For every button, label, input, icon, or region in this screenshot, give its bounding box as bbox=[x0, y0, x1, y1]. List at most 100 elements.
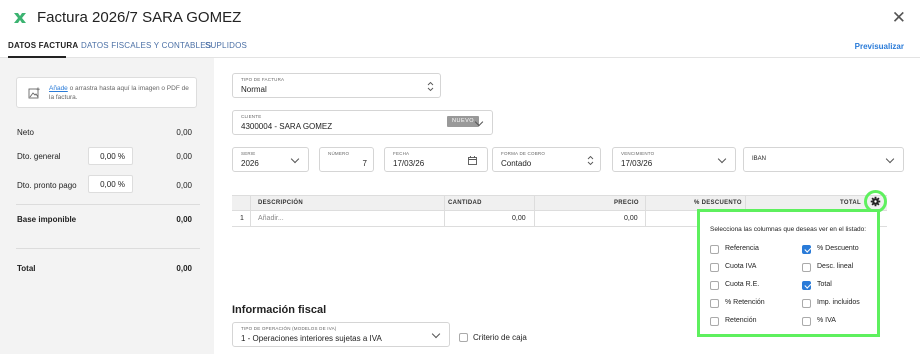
row-index: 1 bbox=[240, 215, 244, 222]
dto-pronto-label: Dto. pronto pago bbox=[17, 181, 77, 190]
totals-sidebar: Añade o arrastra hasta aquí la imagen o … bbox=[0, 58, 214, 354]
iban-label: IBAN bbox=[752, 156, 767, 162]
column-divider bbox=[444, 195, 445, 227]
window-title: Factura 2026/7 SARA GOMEZ bbox=[37, 9, 242, 26]
column-option-label: Retención bbox=[725, 317, 757, 324]
dto-pronto-input[interactable]: 0,00 % bbox=[88, 175, 133, 193]
col-descuento: % DESCUENTO bbox=[694, 200, 742, 206]
client-select[interactable]: CLIENTE 4300004 - SARA GOMEZ NUEVO bbox=[232, 110, 493, 135]
divider bbox=[16, 248, 200, 249]
column-selector-popup: Selecciona las columnas que deseas ver e… bbox=[697, 209, 880, 337]
invoice-type-label: TIPO DE FACTURA bbox=[241, 77, 285, 82]
app-logo-icon bbox=[14, 13, 26, 23]
column-option-checkbox[interactable] bbox=[802, 281, 811, 290]
divider bbox=[16, 204, 200, 205]
title-bar: Factura 2026/7 SARA GOMEZ ✕ bbox=[0, 0, 920, 36]
operation-type-value: 1 - Operaciones interiores sujetas a IVA bbox=[241, 334, 382, 343]
fecha-label: FECHA bbox=[393, 151, 410, 156]
payment-method-value: Contado bbox=[501, 159, 532, 168]
base-value: 0,00 bbox=[176, 215, 192, 224]
column-option-label: % Descuento bbox=[817, 245, 859, 252]
image-upload-icon bbox=[28, 87, 40, 99]
due-date-value: 17/03/26 bbox=[621, 159, 653, 168]
add-file-link[interactable]: Añade bbox=[49, 85, 68, 92]
col-precio: PRECIO bbox=[614, 200, 639, 206]
col-cantidad: CANTIDAD bbox=[448, 200, 482, 206]
criterio-caja-label: Criterio de caja bbox=[473, 333, 527, 342]
row-precio[interactable]: 0,00 bbox=[624, 215, 638, 222]
tab-datos-factura[interactable]: DATOS FACTURA bbox=[8, 41, 78, 50]
numero-input[interactable]: NÚMERO 7 bbox=[319, 147, 374, 172]
serie-value: 2026 bbox=[241, 159, 259, 168]
tab-suplidos[interactable]: SUPLIDOS bbox=[205, 41, 247, 50]
fecha-input[interactable]: FECHA 17/03/26 bbox=[384, 147, 488, 172]
fiscal-section-title: Información fiscal bbox=[232, 304, 327, 316]
attachment-dropzone[interactable]: Añade o arrastra hasta aquí la imagen o … bbox=[16, 77, 197, 108]
tab-datos-fiscales[interactable]: DATOS FISCALES Y CONTABLES bbox=[81, 41, 211, 50]
col-descripcion: DESCRIPCIÓN bbox=[258, 200, 303, 206]
updown-icon bbox=[587, 155, 594, 166]
chevron-down-icon bbox=[431, 329, 441, 339]
payment-method-label: FORMA DE COBRO bbox=[501, 151, 546, 156]
dto-general-value: 0,00 bbox=[176, 152, 192, 161]
neto-label: Neto bbox=[17, 128, 34, 137]
numero-label: NÚMERO bbox=[328, 151, 350, 156]
gear-icon[interactable] bbox=[870, 196, 881, 207]
total-label: Total bbox=[17, 264, 36, 273]
serie-select[interactable]: SERIE 2026 bbox=[232, 147, 309, 172]
column-option-label: % Retención bbox=[725, 299, 765, 306]
column-option-label: Cuota R.E. bbox=[725, 281, 760, 288]
column-option-checkbox[interactable] bbox=[710, 245, 719, 254]
column-option-checkbox[interactable] bbox=[710, 299, 719, 308]
numero-value: 7 bbox=[362, 159, 367, 168]
dto-general-input[interactable]: 0,00 % bbox=[88, 147, 133, 165]
calendar-icon[interactable] bbox=[468, 156, 477, 165]
chevron-down-icon bbox=[885, 154, 895, 164]
column-option-label: Cuota IVA bbox=[725, 263, 757, 270]
dropzone-hint: o arrastra hasta aquí la imagen o PDF de… bbox=[49, 85, 189, 101]
column-option-label: Referencia bbox=[725, 245, 759, 252]
column-option-checkbox[interactable] bbox=[710, 281, 719, 290]
column-divider bbox=[534, 195, 535, 227]
base-label: Base imponible bbox=[17, 215, 77, 224]
chevron-down-icon bbox=[717, 154, 727, 164]
column-option-label: Desc. lineal bbox=[817, 263, 854, 270]
column-option-label: % IVA bbox=[817, 317, 836, 324]
preview-link[interactable]: Previsualizar bbox=[855, 42, 904, 51]
column-option-label: Total bbox=[817, 281, 832, 288]
operation-type-label: TIPO DE OPERACIÓN (MODELOS DE IVA) bbox=[241, 326, 337, 331]
column-option-label: Imp. incluidos bbox=[817, 299, 860, 306]
operation-type-select[interactable]: TIPO DE OPERACIÓN (MODELOS DE IVA) 1 - O… bbox=[232, 322, 450, 347]
payment-method-select[interactable]: FORMA DE COBRO Contado bbox=[492, 147, 601, 172]
due-date-select[interactable]: VENCIMIENTO 17/03/26 bbox=[612, 147, 736, 172]
iban-select[interactable]: IBAN bbox=[743, 147, 904, 172]
due-date-label: VENCIMIENTO bbox=[621, 151, 655, 156]
col-total: TOTAL bbox=[840, 200, 861, 206]
chevron-down-icon bbox=[290, 154, 300, 164]
client-value: 4300004 - SARA GOMEZ bbox=[241, 122, 333, 131]
client-label: CLIENTE bbox=[241, 114, 262, 119]
column-option-checkbox[interactable] bbox=[710, 263, 719, 272]
column-option-checkbox[interactable] bbox=[802, 299, 811, 308]
column-option-checkbox[interactable] bbox=[802, 263, 811, 272]
row-cantidad[interactable]: 0,00 bbox=[512, 215, 526, 222]
total-value: 0,00 bbox=[176, 264, 192, 273]
column-divider bbox=[250, 195, 251, 227]
invoice-type-select[interactable]: TIPO DE FACTURA Normal bbox=[232, 73, 441, 98]
dto-pronto-value: 0,00 bbox=[176, 181, 192, 190]
invoice-type-value: Normal bbox=[241, 85, 267, 94]
tab-bar: DATOS FACTURA DATOS FISCALES Y CONTABLES… bbox=[0, 36, 920, 58]
updown-icon bbox=[427, 81, 434, 92]
criterio-caja-checkbox[interactable] bbox=[459, 333, 468, 342]
serie-label: SERIE bbox=[241, 151, 256, 156]
dto-general-label: Dto. general bbox=[17, 152, 61, 161]
close-icon[interactable]: ✕ bbox=[892, 8, 906, 28]
neto-value: 0,00 bbox=[176, 128, 192, 137]
popup-heading: Selecciona las columnas que deseas ver e… bbox=[710, 226, 867, 233]
column-divider bbox=[645, 195, 646, 227]
fecha-value: 17/03/26 bbox=[393, 159, 425, 168]
column-option-checkbox[interactable] bbox=[802, 317, 811, 326]
column-option-checkbox[interactable] bbox=[802, 245, 811, 254]
add-line-input[interactable]: Añadir... bbox=[258, 215, 284, 222]
column-option-checkbox[interactable] bbox=[710, 317, 719, 326]
